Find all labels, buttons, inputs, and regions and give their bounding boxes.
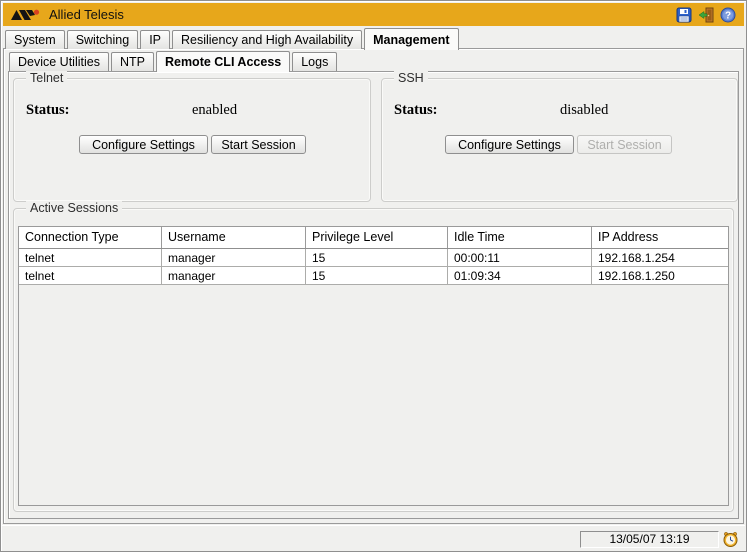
tab-resiliency-label: Resiliency and High Availability [181, 33, 353, 47]
tab-logs[interactable]: Logs [292, 52, 337, 71]
tab-switching[interactable]: Switching [67, 30, 139, 49]
tab-resiliency[interactable]: Resiliency and High Availability [172, 30, 362, 49]
tab-device-utilities-label: Device Utilities [18, 55, 100, 69]
column-header-connection-type[interactable]: Connection Type [19, 227, 162, 248]
column-header-idle-time[interactable]: Idle Time [448, 227, 592, 248]
ssh-configure-settings-button[interactable]: Configure Settings [445, 135, 574, 154]
window-title: Allied Telesis [49, 7, 124, 22]
ssh-status-label: Status: [394, 102, 438, 119]
column-header-username[interactable]: Username [162, 227, 306, 248]
ssh-start-session-button[interactable]: Start Session [577, 135, 672, 154]
cell-username: manager [162, 267, 306, 284]
ssh-group-title: SSH [394, 71, 428, 86]
tab-ip-label: IP [149, 33, 161, 47]
main-tab-bar: System Switching IP Resiliency and High … [5, 28, 459, 49]
cell-username: manager [162, 249, 306, 266]
tab-logs-label: Logs [301, 55, 328, 69]
cell-ip-address: 192.168.1.254 [592, 249, 728, 266]
table-row[interactable]: telnet manager 15 01:09:34 192.168.1.250 [19, 267, 728, 285]
tab-management-label: Management [373, 33, 449, 47]
help-icon[interactable]: ? [719, 6, 736, 23]
cell-connection-type: telnet [19, 249, 162, 266]
telnet-group-title: Telnet [26, 71, 67, 86]
sub-tab-bar: Device Utilities NTP Remote CLI Access L… [9, 51, 337, 71]
cell-privilege-level: 15 [306, 249, 448, 266]
tab-remote-cli-access[interactable]: Remote CLI Access [156, 51, 290, 72]
ssh-group: SSH Status: disabled Configure Settings … [381, 78, 738, 202]
clock-icon[interactable] [722, 531, 739, 548]
title-bar: Allied Telesis [3, 3, 744, 26]
telnet-status-label: Status: [26, 102, 70, 119]
table-header-row: Connection Type Username Privilege Level… [19, 227, 728, 249]
telnet-configure-settings-button[interactable]: Configure Settings [79, 135, 208, 154]
cell-privilege-level: 15 [306, 267, 448, 284]
application-window: Allied Telesis [0, 0, 747, 552]
management-panel: Device Utilities NTP Remote CLI Access L… [3, 48, 744, 524]
ssh-status-value: disabled [560, 102, 608, 119]
tab-system[interactable]: System [5, 30, 65, 49]
column-header-privilege-level[interactable]: Privilege Level [306, 227, 448, 248]
cell-connection-type: telnet [19, 267, 162, 284]
active-sessions-table: Connection Type Username Privilege Level… [18, 226, 729, 506]
tab-remote-cli-access-label: Remote CLI Access [165, 55, 281, 69]
save-icon[interactable] [675, 6, 692, 23]
active-sessions-group: Active Sessions Connection Type Username… [13, 208, 734, 512]
tab-device-utilities[interactable]: Device Utilities [9, 52, 109, 71]
column-header-ip-address[interactable]: IP Address [592, 227, 728, 248]
tab-management[interactable]: Management [364, 28, 458, 50]
tab-switching-label: Switching [76, 33, 130, 47]
tab-ntp[interactable]: NTP [111, 52, 154, 71]
tab-system-label: System [14, 33, 56, 47]
telnet-group: Telnet Status: enabled Configure Setting… [13, 78, 371, 202]
tab-ntp-label: NTP [120, 55, 145, 69]
datetime-display: 13/05/07 13:19 [580, 531, 719, 548]
titlebar-actions: ? [675, 6, 736, 23]
telnet-start-session-button[interactable]: Start Session [211, 135, 306, 154]
table-row[interactable]: telnet manager 15 00:00:11 192.168.1.254 [19, 249, 728, 267]
active-sessions-group-title: Active Sessions [26, 201, 122, 216]
logout-icon[interactable] [697, 6, 714, 23]
allied-telesis-logo-icon [11, 8, 41, 22]
remote-cli-access-panel: Telnet Status: enabled Configure Setting… [8, 71, 739, 519]
tab-ip[interactable]: IP [140, 30, 170, 49]
cell-idle-time: 01:09:34 [448, 267, 592, 284]
cell-ip-address: 192.168.1.250 [592, 267, 728, 284]
cell-idle-time: 00:00:11 [448, 249, 592, 266]
telnet-status-value: enabled [192, 102, 237, 119]
svg-text:?: ? [724, 10, 730, 21]
status-bar: 13/05/07 13:19 [2, 525, 745, 550]
